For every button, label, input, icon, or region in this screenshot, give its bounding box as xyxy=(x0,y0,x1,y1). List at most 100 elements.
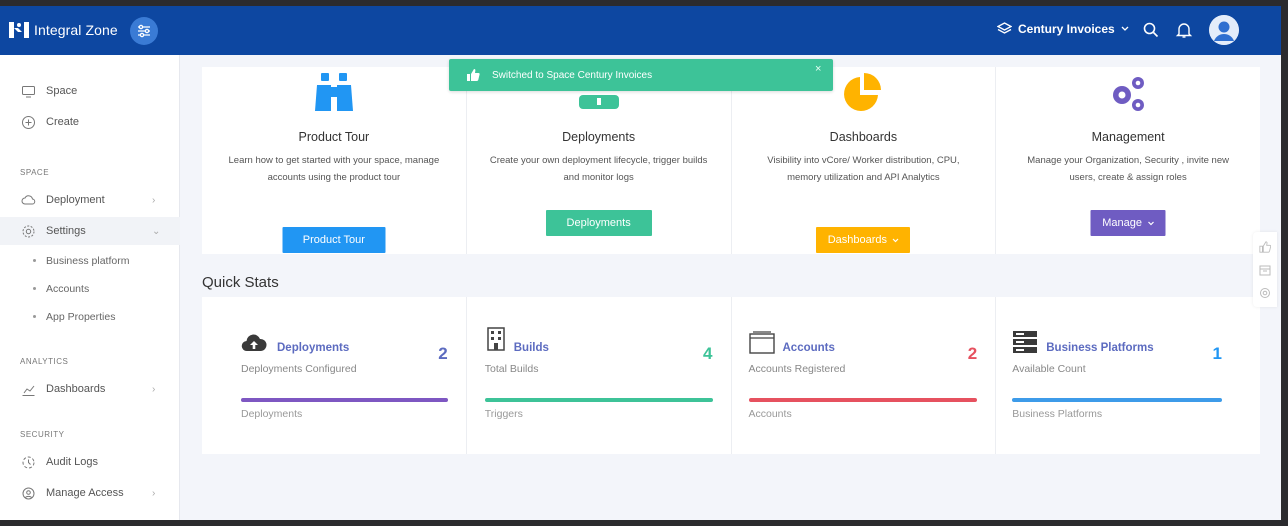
dashboards-button[interactable]: Dashboards xyxy=(816,227,911,253)
stat-name: Business Platforms xyxy=(1046,342,1154,354)
chevron-down-icon xyxy=(1121,26,1129,31)
binoculars-icon xyxy=(314,73,353,111)
feature-description: Create your own deployment lifecycle, tr… xyxy=(489,155,708,183)
stat-progress-bar xyxy=(748,398,978,402)
cloud-icon xyxy=(21,195,36,205)
chart-icon xyxy=(22,385,35,396)
sidebar-subitem-app-properties[interactable]: App Properties xyxy=(0,307,180,327)
stat-value: 2 xyxy=(438,344,448,363)
notification-toast: Switched to Space Century Invoices × xyxy=(449,59,833,91)
app-window: Integral Zone Century Invoices Space Cre… xyxy=(0,6,1281,520)
plus-circle-icon xyxy=(22,116,35,129)
access-icon xyxy=(22,487,35,500)
stat-footer: Triggers xyxy=(484,408,523,420)
gear-icon xyxy=(22,225,35,238)
stat-footer: Accounts xyxy=(748,408,792,420)
thumbs-up-icon[interactable] xyxy=(1259,240,1272,253)
sidebar-item-create[interactable]: Create xyxy=(0,108,180,136)
search-icon[interactable] xyxy=(1142,21,1160,39)
feature-cards: Product Tour Learn how to get started wi… xyxy=(202,67,1260,254)
sidebar-section-analytics: ANALYTICS xyxy=(20,357,69,366)
stat-subtitle: Accounts Registered xyxy=(748,363,846,375)
toast-message: Switched to Space Century Invoices xyxy=(492,70,653,81)
sidebar-item-label: Settings xyxy=(46,225,86,237)
stat-footer: Deployments xyxy=(241,408,303,420)
sidebar-subitem-business-platform[interactable]: Business platform xyxy=(0,251,180,271)
stat-subtitle: Total Builds xyxy=(484,363,539,375)
user-avatar[interactable] xyxy=(1209,15,1239,45)
sidebar-item-dashboards[interactable]: Dashboards › xyxy=(0,375,180,403)
toast-close-icon[interactable]: × xyxy=(815,63,821,75)
sidebar-item-label: Create xyxy=(46,116,80,128)
stat-progress-bar xyxy=(484,398,713,402)
sidebar-item-deployment[interactable]: Deployment › xyxy=(0,186,180,214)
stat-subtitle: Deployments Configured xyxy=(241,363,357,375)
feature-card-dashboards: Dashboards Visibility into vCore/ Worker… xyxy=(732,67,997,254)
audit-icon xyxy=(22,456,35,469)
logo-icon[interactable] xyxy=(7,18,31,42)
sidebar-subitem-accounts[interactable]: Accounts xyxy=(0,279,180,299)
stat-progress-bar xyxy=(241,398,448,402)
sidebar: Space Create SPACE Deployment › Settings… xyxy=(0,55,180,520)
product-tour-button[interactable]: Product Tour xyxy=(282,227,386,253)
sidebar-item-label: Audit Logs xyxy=(46,456,98,468)
feature-title: Deployments xyxy=(562,130,636,144)
sidebar-item-manage-access[interactable]: Manage Access › xyxy=(0,479,180,507)
space-selector-label: Century Invoices xyxy=(1018,22,1115,36)
stat-card-builds[interactable]: Builds Total Builds 4 Triggers xyxy=(467,297,732,454)
dashboards-button-label: Dashboards xyxy=(827,234,888,246)
chevron-down-icon: ⌄ xyxy=(152,225,161,237)
top-bar: Integral Zone Century Invoices xyxy=(0,6,1281,55)
stat-progress-bar xyxy=(1012,398,1222,402)
brand-name[interactable]: Integral Zone xyxy=(34,22,118,38)
server-icon xyxy=(1013,331,1038,353)
sidebar-subitem-label: Business platform xyxy=(46,255,130,267)
stat-card-deployments[interactable]: Deployments Deployments Configured 2 Dep… xyxy=(202,297,467,454)
pie-chart-icon xyxy=(844,73,882,111)
calendar-icon[interactable] xyxy=(1259,263,1271,276)
feature-card-product-tour: Product Tour Learn how to get started wi… xyxy=(202,67,467,254)
building-icon xyxy=(487,327,505,351)
chevron-right-icon: › xyxy=(152,383,156,395)
feature-description: Visibility into vCore/ Worker distributi… xyxy=(767,155,960,183)
layers-icon xyxy=(997,22,1012,34)
user-icon xyxy=(1209,15,1239,45)
sidebar-item-label: Manage Access xyxy=(46,487,124,499)
sidebar-item-label: Dashboards xyxy=(46,383,106,395)
bullet-icon xyxy=(33,315,36,318)
stat-card-business-platforms[interactable]: Business Platforms Available Count 1 Bus… xyxy=(996,297,1260,454)
stat-value: 4 xyxy=(703,344,713,363)
stat-name: Accounts xyxy=(782,342,835,354)
deployments-button[interactable]: Deployments xyxy=(545,210,652,236)
feature-card-management: Management Manage your Organization, Sec… xyxy=(996,67,1260,254)
settings-icon[interactable] xyxy=(1259,286,1271,298)
sliders-button[interactable] xyxy=(130,17,158,45)
right-rail xyxy=(1253,232,1277,307)
sliders-icon xyxy=(138,24,150,38)
feature-title: Management xyxy=(1091,130,1165,144)
stat-value: 1 xyxy=(1212,344,1222,363)
stat-card-accounts[interactable]: Accounts Accounts Registered 2 Accounts xyxy=(732,297,997,454)
notifications-icon[interactable] xyxy=(1175,21,1193,39)
sidebar-subitem-label: Accounts xyxy=(46,283,90,295)
thumbs-up-icon xyxy=(467,69,480,81)
feature-title: Dashboards xyxy=(829,130,898,144)
space-selector[interactable]: Century Invoices xyxy=(997,22,1129,36)
manage-button-label: Manage xyxy=(1102,217,1142,229)
chevron-down-icon xyxy=(1147,221,1154,225)
sidebar-item-audit-logs[interactable]: Audit Logs xyxy=(0,448,180,476)
feature-title: Product Tour xyxy=(298,130,370,144)
bullet-icon xyxy=(33,259,36,262)
sidebar-section-security: SECURITY xyxy=(20,430,65,439)
stat-value: 2 xyxy=(967,344,978,363)
manage-button[interactable]: Manage xyxy=(1090,210,1166,236)
stat-footer: Business Platforms xyxy=(1012,408,1103,420)
sidebar-section-space: SPACE xyxy=(20,168,50,177)
chevron-right-icon: › xyxy=(152,194,156,206)
sidebar-item-label: Space xyxy=(46,85,78,97)
feature-description: Manage your Organization, Security , inv… xyxy=(1027,155,1229,183)
sidebar-item-settings[interactable]: Settings ⌄ xyxy=(0,217,180,245)
stat-name: Deployments xyxy=(277,342,350,354)
sidebar-item-label: Deployment xyxy=(46,194,105,206)
sidebar-item-space[interactable]: Space xyxy=(0,77,180,105)
